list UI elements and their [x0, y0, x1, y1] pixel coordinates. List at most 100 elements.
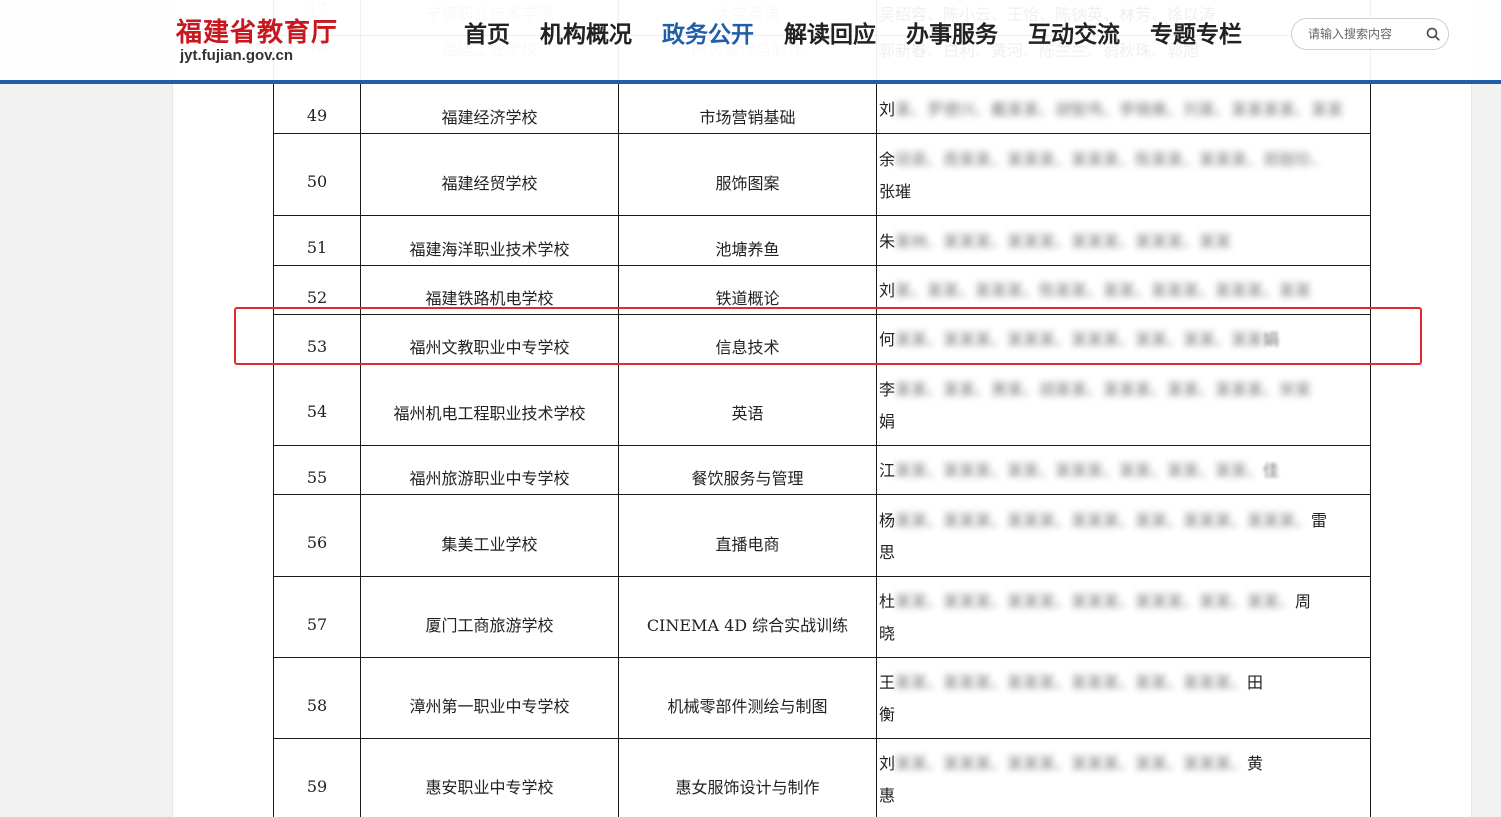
- members-visible: 李: [879, 379, 896, 399]
- cell-members: 何某某、某某某、某某某、某某某、某某、某某、某某娟: [876, 314, 1371, 364]
- cell-school: 福建海洋职业技术学校: [360, 215, 619, 266]
- members-visible-end: 黄: [1247, 754, 1264, 773]
- cell-members: 刘某某、某某某、某某某、某某某、某某、某某某、黄惠: [876, 738, 1371, 817]
- cell-school: 厦门工商旅游学校: [360, 576, 619, 658]
- members-visible-tail: 晓: [879, 624, 896, 643]
- cell-course: 信息技术: [618, 314, 877, 364]
- members-visible: 刘: [879, 754, 896, 773]
- members-visible-tail: 衡: [879, 705, 896, 724]
- members-redacted-end: 娟: [1263, 330, 1280, 349]
- members-redacted: 某某、某某某、某某、某某某、某某、某某、某某、: [895, 461, 1264, 480]
- cell-members: 王某某、某某某、某某某、某某某、某某、某某某、田衡: [876, 657, 1371, 739]
- members-visible: 刘: [879, 281, 896, 300]
- members-redacted: 某某、某某某、某某某、某某某、某某某、某某、某某、: [895, 592, 1296, 611]
- cell-course: 餐饮服务与管理: [618, 445, 877, 495]
- cell-members: 刘某、罗德兴、戴某某、胡智伟、李锦美、刘某、某某某某、某某: [876, 83, 1371, 134]
- members-visible: 杜: [879, 592, 896, 611]
- cell-members: 李某某、某某、萧某、胡某某、某某某、某某、某某某、宋某娟: [876, 363, 1371, 446]
- cell-members: 朱某林、某某某、某某某、某某某、某某某、某某: [876, 215, 1371, 266]
- cell-school: 福州旅游职业中专学校: [360, 445, 619, 495]
- site-domain[interactable]: jyt.fujian.gov.cn: [180, 47, 293, 64]
- members-visible: 刘: [879, 99, 896, 119]
- nav-item-3[interactable]: 解读回应: [784, 18, 876, 52]
- table-row: 56 集美工业学校 直播电商 杨某某、某某某、某某某、某某某、某某、某某某、某某某、雷…: [273, 494, 1371, 577]
- cell-members: 江某某、某某某、某某、某某某、某某、某某、某某、佳: [876, 445, 1371, 495]
- members-visible-end: 雷: [1311, 510, 1328, 530]
- cell-course: 直播电商: [618, 494, 877, 577]
- members-visible: 江: [879, 461, 896, 480]
- cell-course: 惠女服饰设计与制作: [618, 738, 877, 817]
- cell-members: 刘某、某某、某某某、陈某某、某某、某某某、某某某、某某: [876, 265, 1371, 315]
- members-visible: 杨: [879, 510, 896, 530]
- cell-course: 池塘养鱼: [618, 215, 877, 266]
- search-icon[interactable]: [1424, 25, 1442, 43]
- course-table: 47宁德职业技术学院大学英语吴绍容、陈小云、王怡、陈钠英、林芳、徐以涛48福建工…: [273, 0, 1371, 817]
- cell-school: 福州文教职业中专学校: [360, 314, 619, 364]
- table-row: 51 福建海洋职业技术学校 池塘养鱼 朱某林、某某某、某某某、某某某、某某某、某某: [273, 215, 1371, 266]
- members-visible: 何: [879, 330, 896, 349]
- members-redacted: 某、某某、某某某、陈某某、某某、某某某、某某某、某某: [895, 281, 1312, 300]
- cell-members: 杜某某、某某某、某某某、某某某、某某某、某某、某某、周晓: [876, 576, 1371, 658]
- members-visible-end: 田: [1247, 673, 1264, 692]
- members-redacted: 某某、某某某、某某某、某某某、某某、某某、某某: [895, 330, 1264, 349]
- table-row: 57 厦门工商旅游学校 CINEMA 4D 综合实战训练 杜某某、某某某、某某某、某某…: [273, 576, 1371, 658]
- members-visible-tail: 张璀: [879, 181, 912, 201]
- cell-school: 福州机电工程职业技术学校: [360, 363, 619, 446]
- cell-no: 57: [273, 576, 361, 658]
- nav-item-4[interactable]: 办事服务: [906, 18, 998, 52]
- table-row: 58 漳州第一职业中专学校 机械零部件测绘与制图 王某某、某某某、某某某、某某某、某某…: [273, 657, 1371, 739]
- table-row: 52 福建铁路机电学校 铁道概论 刘某、某某、某某某、陈某某、某某、某某某、某某某、某…: [273, 265, 1371, 315]
- members-redacted: 某某、某某、萧某、胡某某、某某某、某某、某某某、宋某: [895, 379, 1312, 399]
- cell-course: CINEMA 4D 综合实战训练: [618, 576, 877, 658]
- members-visible-tail: 惠: [879, 786, 896, 805]
- cell-school: 福建经济学校: [360, 83, 619, 134]
- cell-school: 福建铁路机电学校: [360, 265, 619, 315]
- members-redacted: 琼英、周某某、某某某、某某某、陈某某、某某某、郑丽珍、: [895, 149, 1328, 169]
- cell-no: 51: [273, 215, 361, 266]
- cell-course: 铁道概论: [618, 265, 877, 315]
- cell-no: 50: [273, 133, 361, 216]
- cell-no: 53: [273, 314, 361, 364]
- cell-school: 福建经贸学校: [360, 133, 619, 216]
- site-logo[interactable]: 福建省教育厅: [176, 12, 338, 49]
- nav-item-0[interactable]: 首页: [464, 18, 510, 52]
- members-redacted: 某林、某某某、某某某、某某某、某某某、某某: [895, 231, 1232, 251]
- cell-members: 余琼英、周某某、某某某、某某某、陈某某、某某某、郑丽珍、张璀: [876, 133, 1371, 216]
- site-header: 福建省教育厅 jyt.fujian.gov.cn 首页 机构概况 政务公开 解读回应办…: [0, 0, 1501, 84]
- search-input[interactable]: [1308, 27, 1420, 41]
- table-row: 49 福建经济学校 市场营销基础 刘某、罗德兴、戴某某、胡智伟、李锦美、刘某、某某某某…: [273, 83, 1371, 134]
- members-visible: 朱: [879, 231, 896, 251]
- table-row: 54 福州机电工程职业技术学校 英语 李某某、某某、萧某、胡某某、某某某、某某、某某某…: [273, 363, 1371, 446]
- cell-no: 52: [273, 265, 361, 315]
- members-visible: 王: [879, 673, 896, 692]
- nav-item-2[interactable]: 政务公开: [662, 18, 754, 52]
- nav-item-1[interactable]: 机构概况: [540, 18, 632, 52]
- cell-members: 杨某某、某某某、某某某、某某某、某某、某某某、某某某、雷思: [876, 494, 1371, 577]
- cell-no: 58: [273, 657, 361, 739]
- cell-school: 惠安职业中专学校: [360, 738, 619, 817]
- members-redacted: 某某、某某某、某某某、某某某、某某、某某某、某某某、: [895, 510, 1312, 530]
- cell-course: 服饰图案: [618, 133, 877, 216]
- cell-school: 漳州第一职业中专学校: [360, 657, 619, 739]
- members-redacted: 某某、某某某、某某某、某某某、某某、某某某、: [895, 673, 1248, 692]
- search-box: [1291, 18, 1449, 50]
- table-body: 47宁德职业技术学院大学英语吴绍容、陈小云、王怡、陈钠英、林芳、徐以涛48福建工…: [273, 0, 1371, 817]
- cell-no: 49: [273, 83, 361, 134]
- table-row: 59 惠安职业中专学校 惠女服饰设计与制作 刘某某、某某某、某某某、某某某、某某、某某…: [273, 738, 1371, 817]
- members-visible: 余: [879, 149, 896, 169]
- members-redacted-end: 佳: [1263, 461, 1280, 480]
- cell-no: 54: [273, 363, 361, 446]
- members-redacted: 某某、某某某、某某某、某某某、某某、某某某、: [895, 754, 1248, 773]
- cell-school: 集美工业学校: [360, 494, 619, 577]
- cell-no: 55: [273, 445, 361, 495]
- members-visible-end: 周: [1295, 592, 1312, 611]
- members-visible-tail: 思: [879, 542, 896, 562]
- cell-course: 机械零部件测绘与制图: [618, 657, 877, 739]
- cell-course: 市场营销基础: [618, 83, 877, 134]
- nav-item-6[interactable]: 专题专栏: [1150, 18, 1242, 52]
- cell-no: 59: [273, 738, 361, 817]
- nav-item-5[interactable]: 互动交流: [1028, 18, 1120, 52]
- table-row: 50 福建经贸学校 服饰图案 余琼英、周某某、某某某、某某某、陈某某、某某某、郑丽珍、…: [273, 133, 1371, 216]
- cell-course: 英语: [618, 363, 877, 446]
- page: 47宁德职业技术学院大学英语吴绍容、陈小云、王怡、陈钠英、林芳、徐以涛48福建工…: [0, 0, 1501, 817]
